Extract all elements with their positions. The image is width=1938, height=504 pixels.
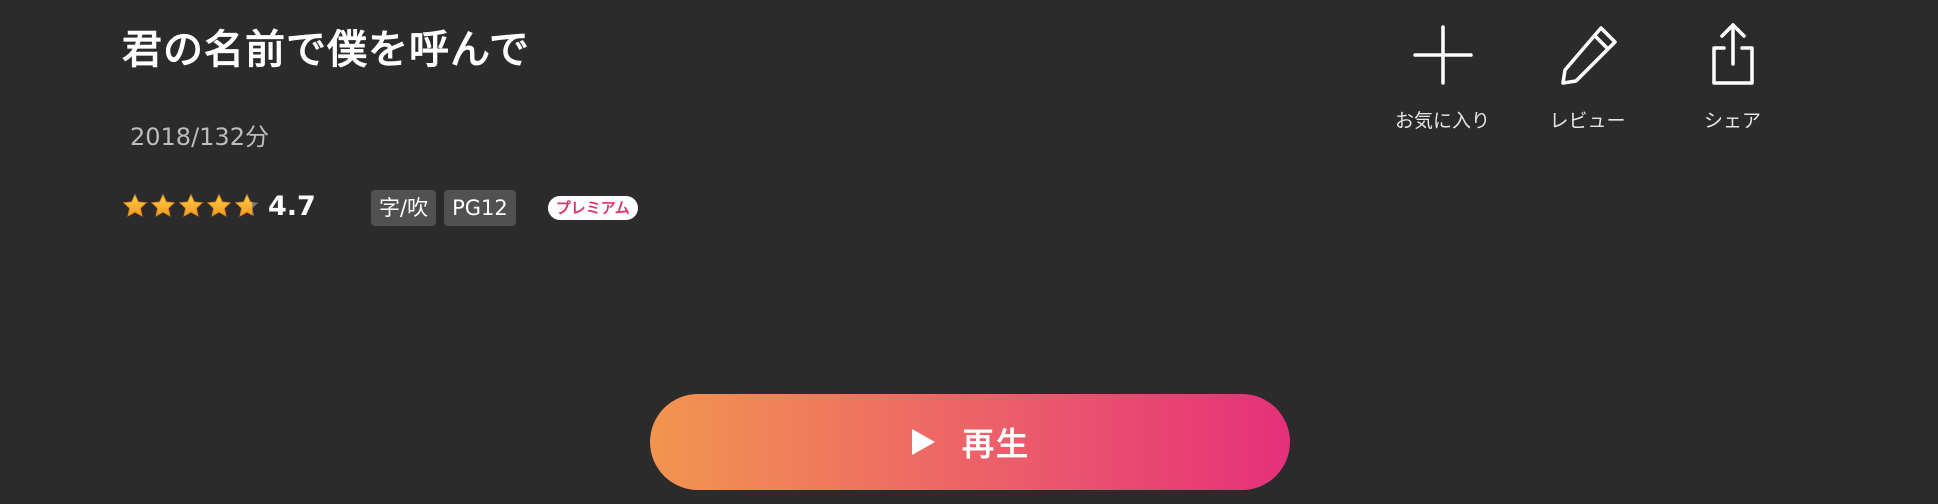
badge-group: 字/吹 PG12 プレミアム <box>371 190 638 226</box>
play-label: 再生 <box>961 425 1030 463</box>
star-icon <box>122 193 148 217</box>
share-label: シェア <box>1703 110 1761 132</box>
star-icon <box>206 193 232 217</box>
subtitle-dub-badge: 字/吹 <box>371 190 437 226</box>
rating-score: 4.7 <box>268 190 316 222</box>
share-icon <box>1711 23 1754 85</box>
star-icon <box>178 193 204 217</box>
share-button[interactable]: シェア <box>1660 22 1805 133</box>
premium-badge: プレミアム <box>547 196 638 220</box>
age-rating-badge: PG12 <box>444 190 516 226</box>
favorite-label: お気に入り <box>1394 110 1490 132</box>
plus-icon <box>1412 25 1473 85</box>
action-bar: お気に入り レビュー シェア <box>1370 22 1805 133</box>
review-label: レビュー <box>1549 110 1626 132</box>
play-button[interactable]: 再生 <box>650 394 1290 490</box>
rating: 4.7 <box>122 188 316 224</box>
star-rating <box>122 193 260 219</box>
release-year-duration: 2018/132分 <box>130 123 269 151</box>
page-title: 君の名前で僕を呼んで <box>122 27 530 73</box>
star-icon <box>234 193 259 217</box>
favorite-button[interactable]: お気に入り <box>1370 22 1515 133</box>
review-button[interactable]: レビュー <box>1515 22 1660 133</box>
pencil-icon <box>1560 26 1617 85</box>
star-icon <box>150 193 176 217</box>
play-icon <box>911 429 935 455</box>
